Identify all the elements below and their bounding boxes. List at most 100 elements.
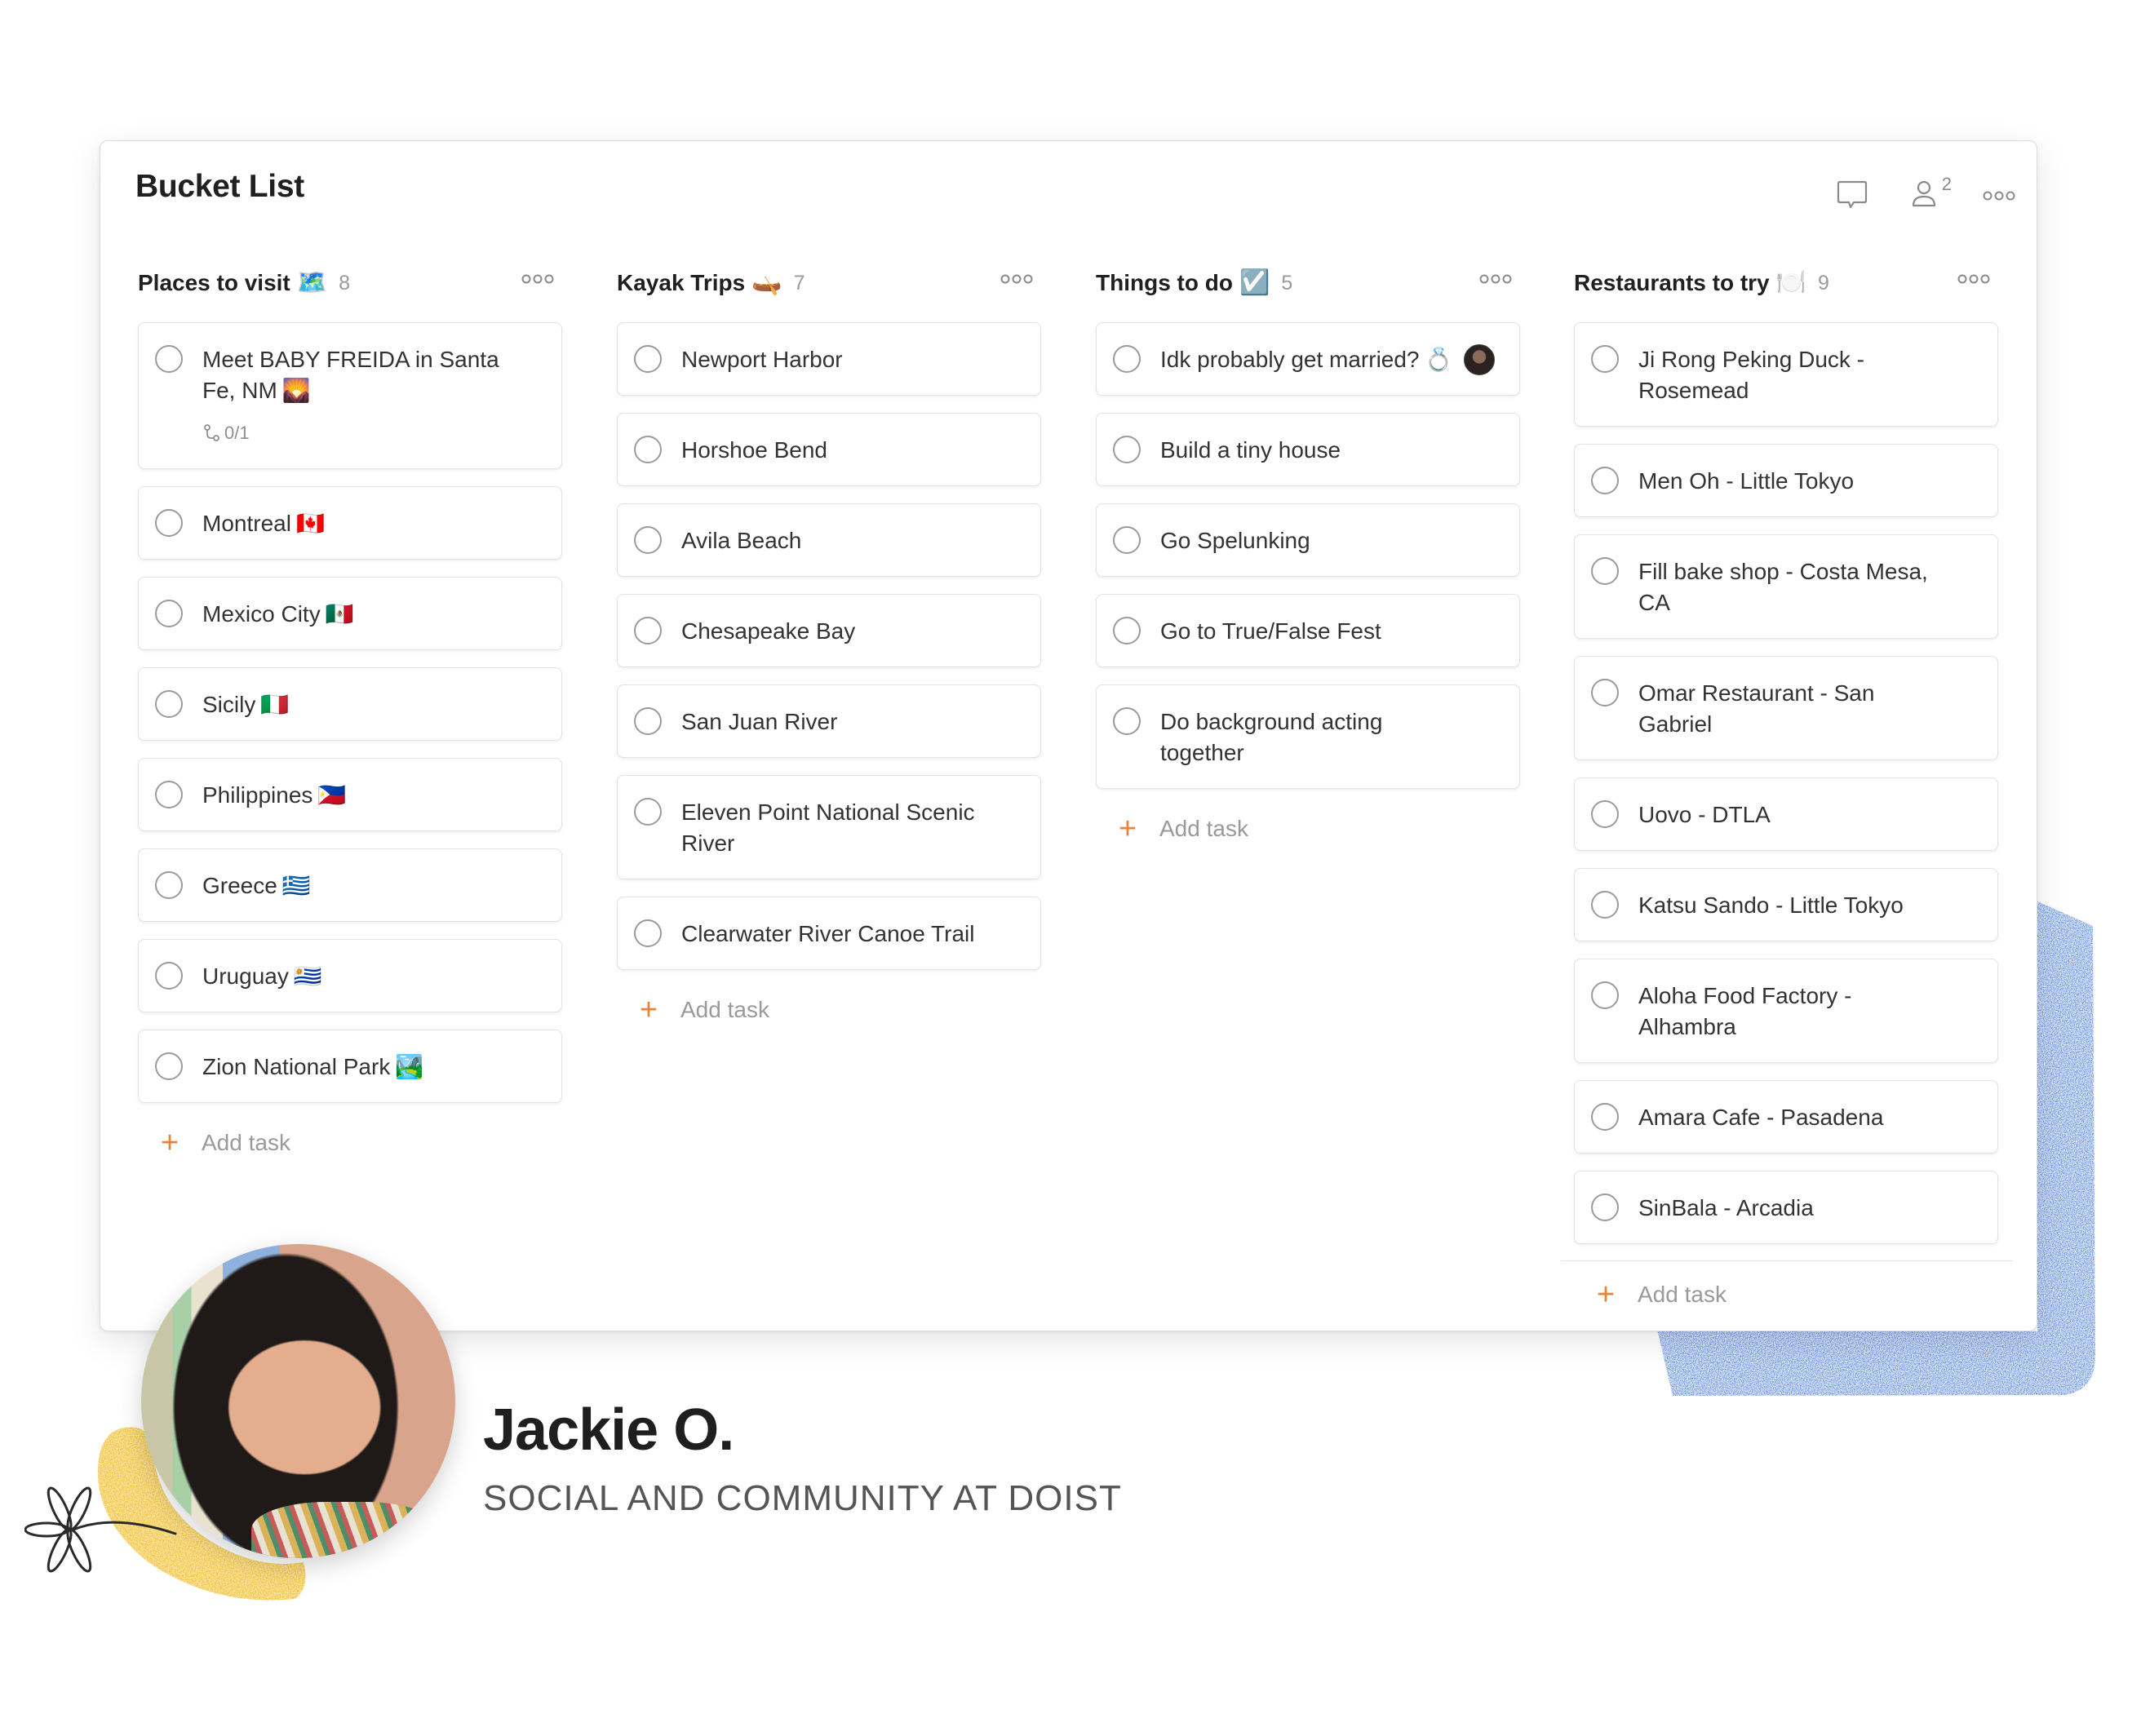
task-complete-checkbox[interactable] xyxy=(1591,345,1619,373)
task-card[interactable]: Horshoe Bend xyxy=(617,413,1041,486)
column-task-count: 5 xyxy=(1281,271,1293,294)
project-board: Bucket List 2 Places to visit 🗺️ 8 Meet BAB… xyxy=(100,140,2037,1331)
task-list: Meet BABY FREIDA in Santa Fe, NM 🌄 0/1 Mont… xyxy=(138,322,562,1158)
task-complete-checkbox[interactable] xyxy=(634,436,662,463)
column-title: Things to do xyxy=(1096,270,1233,295)
more-icon xyxy=(1479,274,1512,284)
task-card[interactable]: Katsu Sando - Little Tokyo xyxy=(1574,868,1998,941)
task-title: Mexico City xyxy=(202,601,321,627)
task-complete-checkbox[interactable] xyxy=(634,707,662,735)
task-card[interactable]: Fill bake shop - Costa Mesa, CA xyxy=(1574,534,1998,639)
task-card[interactable]: Idk probably get married? 💍 xyxy=(1096,322,1520,396)
task-card[interactable]: Ji Rong Peking Duck - Rosemead xyxy=(1574,322,1998,427)
task-complete-checkbox[interactable] xyxy=(1113,707,1141,735)
plus-icon: + xyxy=(160,1126,180,1160)
task-emoji-icon: 💍 xyxy=(1424,347,1453,372)
task-title: Clearwater River Canoe Trail xyxy=(681,921,975,946)
column-more-button[interactable] xyxy=(521,273,554,289)
column-task-count: 9 xyxy=(1817,271,1829,294)
task-card[interactable]: Clearwater River Canoe Trail xyxy=(617,897,1041,970)
add-task-button[interactable]: + Add task xyxy=(1096,813,1520,844)
task-emoji-icon: 🇮🇹 xyxy=(260,692,290,717)
column-task-count: 8 xyxy=(339,271,351,294)
task-card[interactable]: Go Spelunking xyxy=(1096,503,1520,577)
divider xyxy=(1561,1260,2013,1261)
task-card[interactable]: Build a tiny house xyxy=(1096,413,1520,486)
task-complete-checkbox[interactable] xyxy=(1591,467,1619,494)
task-complete-checkbox[interactable] xyxy=(1113,345,1141,373)
task-complete-checkbox[interactable] xyxy=(1591,1194,1619,1221)
task-complete-checkbox[interactable] xyxy=(1591,800,1619,828)
task-title: Avila Beach xyxy=(681,528,802,553)
more-icon xyxy=(1983,191,2015,201)
task-card[interactable]: Zion National Park 🏞️ xyxy=(138,1030,562,1103)
task-complete-checkbox[interactable] xyxy=(155,781,183,808)
task-card[interactable]: Philippines 🇵🇭 xyxy=(138,758,562,831)
task-card[interactable]: Newport Harbor xyxy=(617,322,1041,396)
task-title: Aloha Food Factory - Alhambra xyxy=(1638,983,1852,1039)
task-emoji-icon: 🏞️ xyxy=(395,1054,424,1079)
task-complete-checkbox[interactable] xyxy=(634,919,662,947)
subtask-count: 0/1 xyxy=(224,423,250,443)
add-task-button[interactable]: + Add task xyxy=(1574,1279,1998,1310)
task-card[interactable]: Uovo - DTLA xyxy=(1574,777,1998,851)
task-title: Meet BABY FREIDA in Santa Fe, NM xyxy=(202,347,499,403)
task-card[interactable]: San Juan River xyxy=(617,684,1041,758)
task-title: Idk probably get married? xyxy=(1160,347,1420,372)
task-card[interactable]: Sicily 🇮🇹 xyxy=(138,667,562,741)
task-card[interactable]: Eleven Point National Scenic River xyxy=(617,775,1041,879)
column-header: Things to do ☑️ 5 xyxy=(1096,264,1520,303)
task-card[interactable]: Men Oh - Little Tokyo xyxy=(1574,444,1998,517)
task-card[interactable]: Greece 🇬🇷 xyxy=(138,848,562,922)
task-complete-checkbox[interactable] xyxy=(155,871,183,899)
task-list: Ji Rong Peking Duck - Rosemead Men Oh - L… xyxy=(1561,322,2013,1310)
task-complete-checkbox[interactable] xyxy=(155,1052,183,1080)
task-complete-checkbox[interactable] xyxy=(634,617,662,644)
task-complete-checkbox[interactable] xyxy=(1591,679,1619,706)
person-icon xyxy=(1912,180,1935,207)
task-title: Montreal xyxy=(202,511,291,536)
column-more-button[interactable] xyxy=(1000,273,1033,289)
task-card[interactable]: SinBala - Arcadia xyxy=(1574,1171,1998,1244)
task-complete-checkbox[interactable] xyxy=(1591,1103,1619,1131)
add-task-button[interactable]: + Add task xyxy=(138,1127,562,1158)
task-complete-checkbox[interactable] xyxy=(155,690,183,718)
task-card[interactable]: Go to True/False Fest xyxy=(1096,594,1520,667)
task-complete-checkbox[interactable] xyxy=(1591,891,1619,919)
task-complete-checkbox[interactable] xyxy=(634,526,662,554)
task-complete-checkbox[interactable] xyxy=(634,345,662,373)
task-complete-checkbox[interactable] xyxy=(1113,436,1141,463)
task-card[interactable]: Avila Beach xyxy=(617,503,1041,577)
task-complete-checkbox[interactable] xyxy=(155,962,183,990)
task-card[interactable]: Chesapeake Bay xyxy=(617,594,1041,667)
task-title: Fill bake shop - Costa Mesa, CA xyxy=(1638,559,1928,615)
task-card[interactable]: Uruguay 🇺🇾 xyxy=(138,939,562,1012)
task-title: Ji Rong Peking Duck - Rosemead xyxy=(1638,347,1865,403)
column-more-button[interactable] xyxy=(1957,273,1990,289)
add-task-button[interactable]: + Add task xyxy=(617,994,1041,1025)
task-card[interactable]: Mexico City 🇲🇽 xyxy=(138,577,562,650)
column-more-button[interactable] xyxy=(1479,273,1512,289)
task-card[interactable]: Meet BABY FREIDA in Santa Fe, NM 🌄 0/1 xyxy=(138,322,562,469)
task-title: Horshoe Bend xyxy=(681,437,828,463)
task-card[interactable]: Omar Restaurant - San Gabriel xyxy=(1574,656,1998,760)
task-complete-checkbox[interactable] xyxy=(1113,526,1141,554)
collaborators-button[interactable]: 2 xyxy=(1911,174,1952,208)
assignee-avatar[interactable] xyxy=(1464,344,1495,375)
board-more-button[interactable] xyxy=(1983,190,2015,202)
comments-button[interactable] xyxy=(1836,179,1868,211)
person-name: Jackie O. xyxy=(483,1397,734,1463)
task-complete-checkbox[interactable] xyxy=(155,345,183,373)
task-emoji-icon: 🇵🇭 xyxy=(317,782,347,808)
task-complete-checkbox[interactable] xyxy=(155,509,183,537)
task-complete-checkbox[interactable] xyxy=(1591,557,1619,585)
board-title: Bucket List xyxy=(135,169,304,204)
task-card[interactable]: Aloha Food Factory - Alhambra xyxy=(1574,959,1998,1063)
task-card[interactable]: Amara Cafe - Pasadena xyxy=(1574,1080,1998,1154)
task-complete-checkbox[interactable] xyxy=(634,798,662,826)
task-complete-checkbox[interactable] xyxy=(155,600,183,627)
task-card[interactable]: Montreal 🇨🇦 xyxy=(138,486,562,560)
task-complete-checkbox[interactable] xyxy=(1591,981,1619,1009)
task-card[interactable]: Do background acting together xyxy=(1096,684,1520,789)
task-complete-checkbox[interactable] xyxy=(1113,617,1141,644)
